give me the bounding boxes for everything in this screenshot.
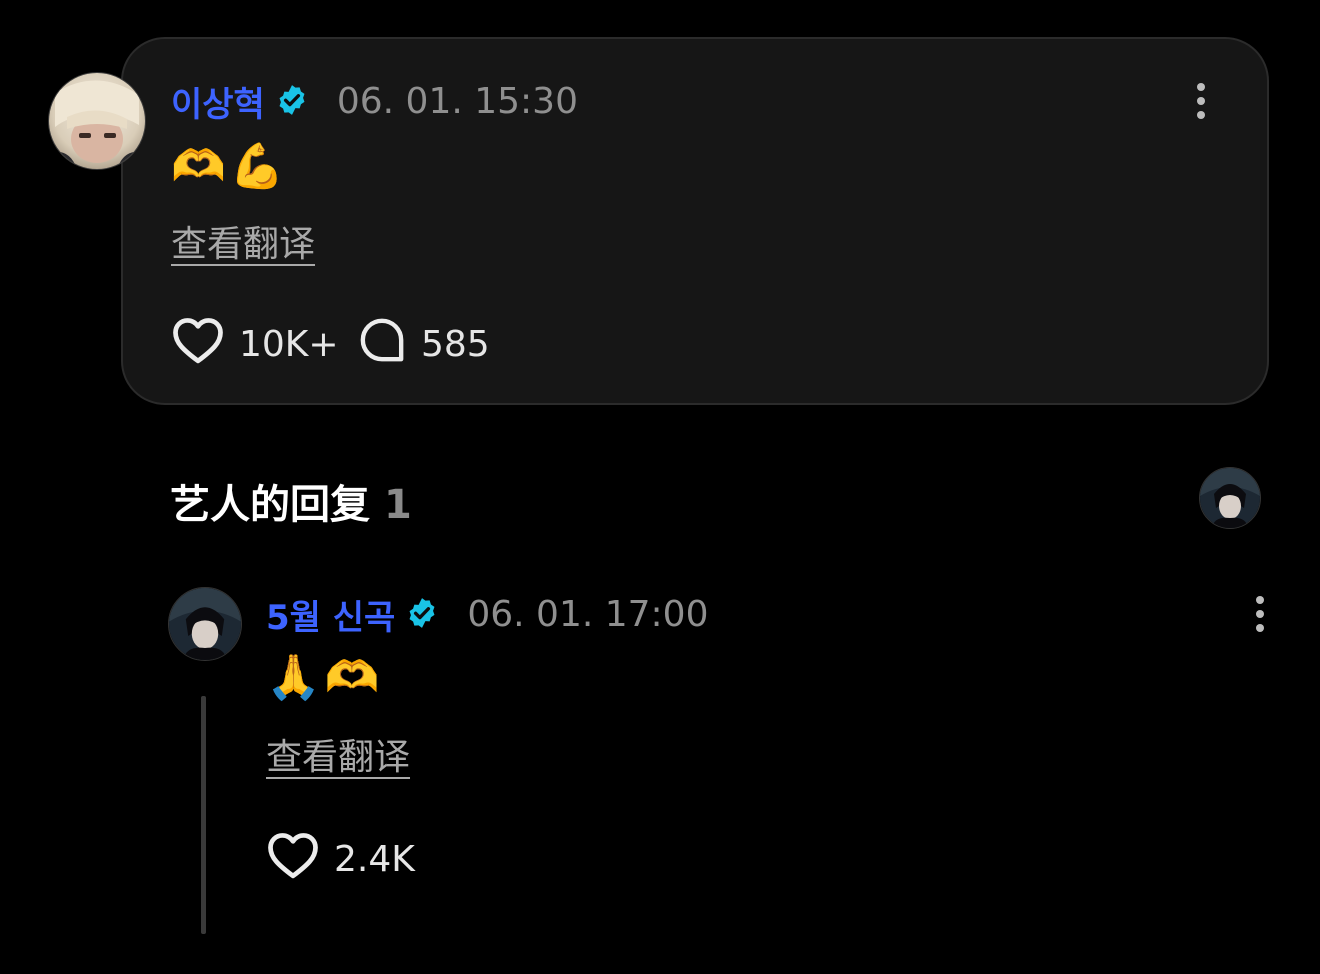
- like-button[interactable]: 10K+: [171, 315, 339, 374]
- thread-line: [201, 696, 206, 934]
- section-title-text: 艺人的回复: [170, 482, 370, 528]
- artist-replies-heading: 艺人的回复 1: [170, 472, 412, 530]
- post-detail-page: 이상혁 06. 01. 15:30 🫶💪 查看翻译 10K+ 585 艺人的回复…: [0, 0, 1320, 974]
- post-author-avatar[interactable]: [48, 72, 146, 170]
- more-vertical-icon[interactable]: [1191, 79, 1211, 123]
- translate-link[interactable]: 查看翻译: [171, 215, 315, 267]
- reply-username[interactable]: 5월 신곡: [266, 590, 395, 639]
- post-username[interactable]: 이상혁: [171, 77, 265, 126]
- reply-author-avatar[interactable]: [168, 587, 242, 661]
- post-card: 이상혁 06. 01. 15:30 🫶💪 查看翻译 10K+ 585: [121, 37, 1269, 405]
- verified-badge-icon: [405, 596, 439, 634]
- comment-count: 585: [421, 324, 490, 365]
- reply-translate-link[interactable]: 查看翻译: [266, 728, 410, 780]
- reply-header: 5월 신곡 06. 01. 17:00: [266, 590, 708, 639]
- reply-count: 1: [384, 482, 412, 528]
- comment-bubble-icon: [357, 315, 407, 374]
- post-content: 🫶💪: [171, 141, 289, 192]
- reply-like-count: 2.4K: [334, 839, 415, 880]
- reply-timestamp: 06. 01. 17:00: [467, 594, 709, 635]
- heart-icon: [171, 315, 225, 374]
- heart-icon: [266, 830, 320, 889]
- verified-badge-icon: [275, 83, 309, 121]
- reply-content: 🙏🫶: [266, 652, 384, 703]
- like-count: 10K+: [239, 324, 339, 365]
- post-header: 이상혁 06. 01. 15:30: [171, 77, 578, 126]
- reply-like-button[interactable]: 2.4K: [266, 830, 415, 889]
- comment-button[interactable]: 585: [357, 315, 490, 374]
- artist-avatar[interactable]: [1199, 467, 1261, 529]
- post-timestamp: 06. 01. 15:30: [336, 81, 578, 122]
- more-vertical-icon[interactable]: [1250, 592, 1270, 636]
